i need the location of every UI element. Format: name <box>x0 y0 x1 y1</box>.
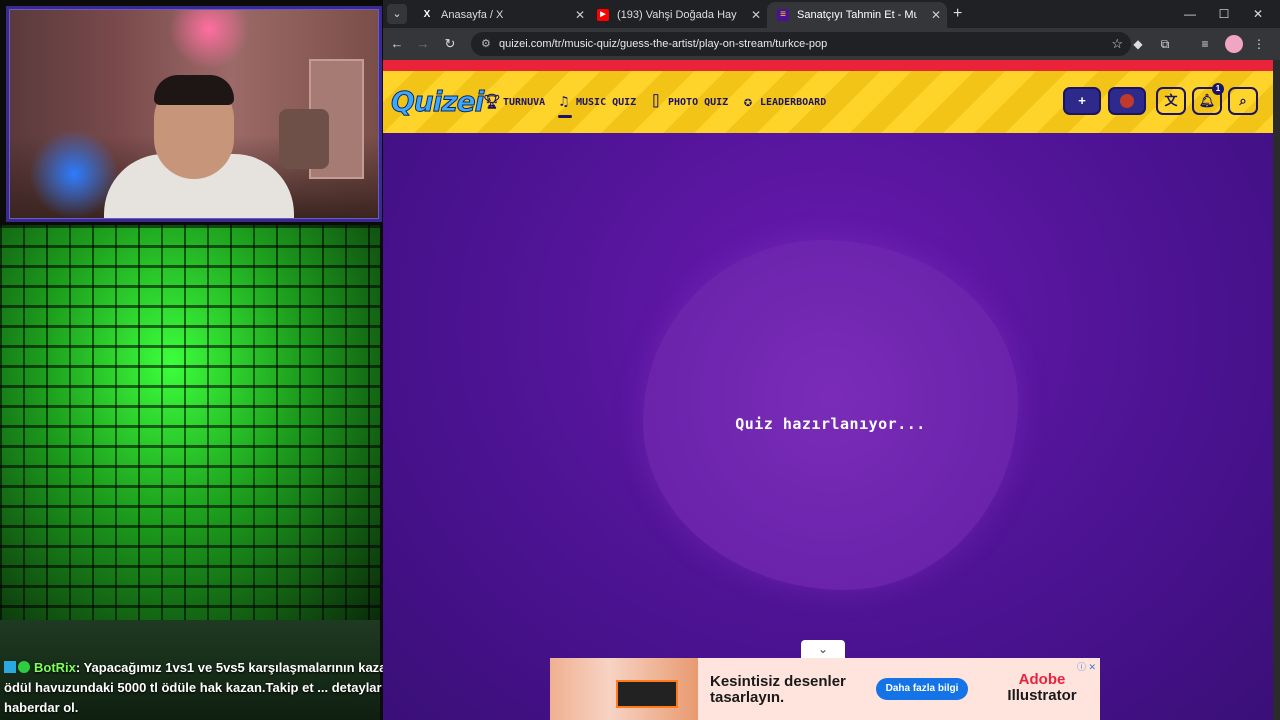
arrow-left-icon[interactable]: ← <box>387 34 407 54</box>
ad-image <box>550 658 698 720</box>
quizei-favicon-icon: ≡ <box>777 9 789 21</box>
browser-window: ⌄ X Anasayfa / X ✕ ▶ (193) Vahşi Doğada … <box>383 0 1280 720</box>
chevron-down-icon[interactable]: ⌄ <box>801 640 845 658</box>
address-bar[interactable]: ⚙ quizei.com/tr/music-quiz/guess-the-art… <box>471 32 1131 56</box>
chevron-down-icon[interactable]: ⌄ <box>387 4 407 24</box>
tab-x[interactable]: X Anasayfa / X ✕ <box>411 2 591 28</box>
translate-icon: 文 <box>1164 93 1178 108</box>
nav-music-quiz[interactable]: ♫ MUSIC QUIZ <box>556 93 637 118</box>
nav-label: MUSIC QUIZ <box>576 97 637 108</box>
menu-dots-icon[interactable]: ⋮ <box>1249 34 1269 54</box>
star-icon[interactable]: ☆ <box>1111 32 1123 56</box>
ad-illustration <box>616 680 678 708</box>
quizei-logo[interactable]: Quizei <box>390 85 484 119</box>
ad-brand-line1: Adobe <box>1018 671 1066 688</box>
user-avatar-button[interactable] <box>1108 87 1146 115</box>
chat-username: BotRix <box>34 660 76 675</box>
webcam-feed <box>6 6 382 222</box>
reload-icon[interactable]: ↻ <box>440 34 460 54</box>
trophy-icon: 🏆︎ <box>483 94 501 110</box>
nav-label: TURNUVA <box>503 97 546 108</box>
youtube-icon: ▶ <box>597 9 609 21</box>
browser-toolbar: ← → ↻ ⚙ quizei.com/tr/music-quiz/guess-t… <box>383 28 1280 60</box>
green-brick-wall <box>0 225 380 620</box>
translate-button[interactable]: 文 <box>1156 87 1186 115</box>
tab-title: Anasayfa / X <box>441 9 504 21</box>
active-indicator <box>558 115 572 118</box>
tab-strip: ⌄ X Anasayfa / X ✕ ▶ (193) Vahşi Doğada … <box>383 0 1280 28</box>
extension-diamond-icon[interactable]: ◆ <box>1128 34 1148 54</box>
ad-choices-icon[interactable]: ⓘ ✕ <box>1077 660 1096 673</box>
close-icon[interactable]: ✕ <box>575 2 585 28</box>
avatar <box>1120 94 1134 108</box>
bell-icon: 🔔︎ <box>1198 93 1216 108</box>
ad-brand: Adobe Illustrator <box>992 672 1092 704</box>
quiz-page: Quizei 🏆︎ TURNUVA ♫ MUSIC QUIZ ⌷ PHOTO Q… <box>383 60 1273 720</box>
add-button[interactable]: + <box>1063 87 1101 115</box>
nav-leaderboard[interactable]: ✪ LEADERBOARD <box>740 93 826 113</box>
notifications-button[interactable]: 🔔︎ 1 <box>1192 83 1224 115</box>
tab-title: (193) Vahşi Doğada Hayatta Kal <box>617 9 737 21</box>
tab-title: Sanatçıyı Tahmin Et - Music Qu <box>797 9 917 21</box>
bot-badge-icon <box>4 661 16 673</box>
close-window-icon[interactable]: ✕ <box>1241 0 1275 28</box>
nav-photo-quiz[interactable]: ⌷ PHOTO QUIZ <box>648 93 728 113</box>
search-button[interactable]: ⌕ <box>1228 87 1258 115</box>
profile-avatar[interactable] <box>1225 35 1243 53</box>
maximize-icon[interactable]: ☐ <box>1207 0 1241 28</box>
nav-label: PHOTO QUIZ <box>668 97 729 108</box>
ad-headline: Kesintisiz desenler tasarlayın. <box>710 673 846 706</box>
close-icon[interactable]: ✕ <box>931 2 941 28</box>
puzzle-icon[interactable]: ⧉ <box>1155 34 1175 54</box>
top-red-bar <box>383 60 1273 71</box>
advertisement-banner[interactable]: Kesintisiz desenler tasarlayın. Daha faz… <box>550 658 1100 720</box>
medal-icon: ✪ <box>743 94 753 110</box>
minimize-icon[interactable]: — <box>1173 0 1207 28</box>
site-info-icon[interactable]: ⚙ <box>481 32 491 56</box>
arrow-right-icon[interactable]: → <box>413 34 433 54</box>
ad-cta-button[interactable]: Daha fazla bilgi <box>876 678 968 700</box>
search-icon: ⌕ <box>1239 93 1247 108</box>
verified-icon <box>18 661 30 673</box>
url-text: quizei.com/tr/music-quiz/guess-the-artis… <box>499 38 828 50</box>
ad-brand-line2: Illustrator <box>1007 687 1077 704</box>
x-logo-icon: X <box>423 9 431 20</box>
notification-count: 1 <box>1212 83 1224 95</box>
screen: BotRix: Yapacağımız 1vs1 ve 5vs5 karşıla… <box>0 0 1280 720</box>
nav-turnuva[interactable]: 🏆︎ TURNUVA <box>483 93 545 113</box>
media-control-icon[interactable]: ≡ <box>1195 34 1215 54</box>
loading-text: Quiz hazırlanıyor... <box>735 415 926 433</box>
camera-icon: ⌷ <box>651 94 661 110</box>
nav-label: LEADERBOARD <box>760 97 827 108</box>
close-icon[interactable]: ✕ <box>751 2 761 28</box>
tab-youtube[interactable]: ▶ (193) Vahşi Doğada Hayatta Kal ✕ <box>587 2 767 28</box>
plus-icon[interactable]: + <box>953 4 962 24</box>
tab-quizei[interactable]: ≡ Sanatçıyı Tahmin Et - Music Qu ✕ <box>767 2 947 28</box>
site-header: Quizei 🏆︎ TURNUVA ♫ MUSIC QUIZ ⌷ PHOTO Q… <box>383 71 1273 133</box>
music-note-icon: ♫ <box>559 94 569 110</box>
